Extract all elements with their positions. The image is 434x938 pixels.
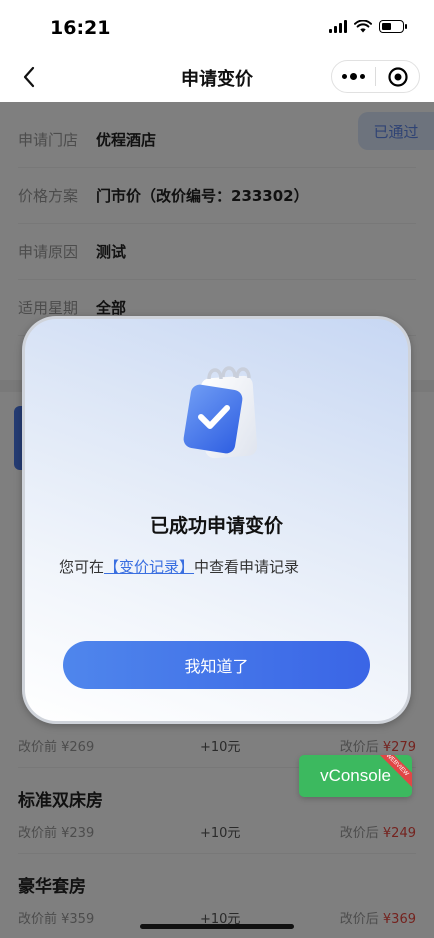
status-icons [329,20,407,33]
vconsole-label: vConsole [320,766,391,785]
calendar-check-icon [183,366,258,459]
signal-icon [329,20,347,33]
modal-title: 已成功申请变价 [149,515,283,537]
home-indicator [140,924,294,929]
battery-icon [379,20,407,33]
modal-body: 已成功申请变价 您可在【变价记录】中查看申请记录 我知道了 [25,319,408,721]
price-change-record-link[interactable]: 【变价记录】 [104,558,194,576]
more-button[interactable] [332,73,375,80]
close-miniprogram-button[interactable] [376,66,419,88]
confirm-button[interactable]: 我知道了 [63,641,370,689]
target-close-icon [387,66,408,87]
more-dots-icon [342,74,347,79]
status-time: 16:21 [50,17,111,39]
vconsole-button[interactable]: vConsole WEBVIEW [299,755,412,797]
success-modal: 已成功申请变价 您可在【变价记录】中查看申请记录 我知道了 [22,316,411,724]
status-bar: 16:21 [0,0,434,52]
modal-description: 您可在【变价记录】中查看申请记录 [59,558,300,576]
miniprogram-capsule [331,60,420,93]
nav-bar: 申请变价 [0,52,434,102]
wifi-icon [354,20,372,33]
